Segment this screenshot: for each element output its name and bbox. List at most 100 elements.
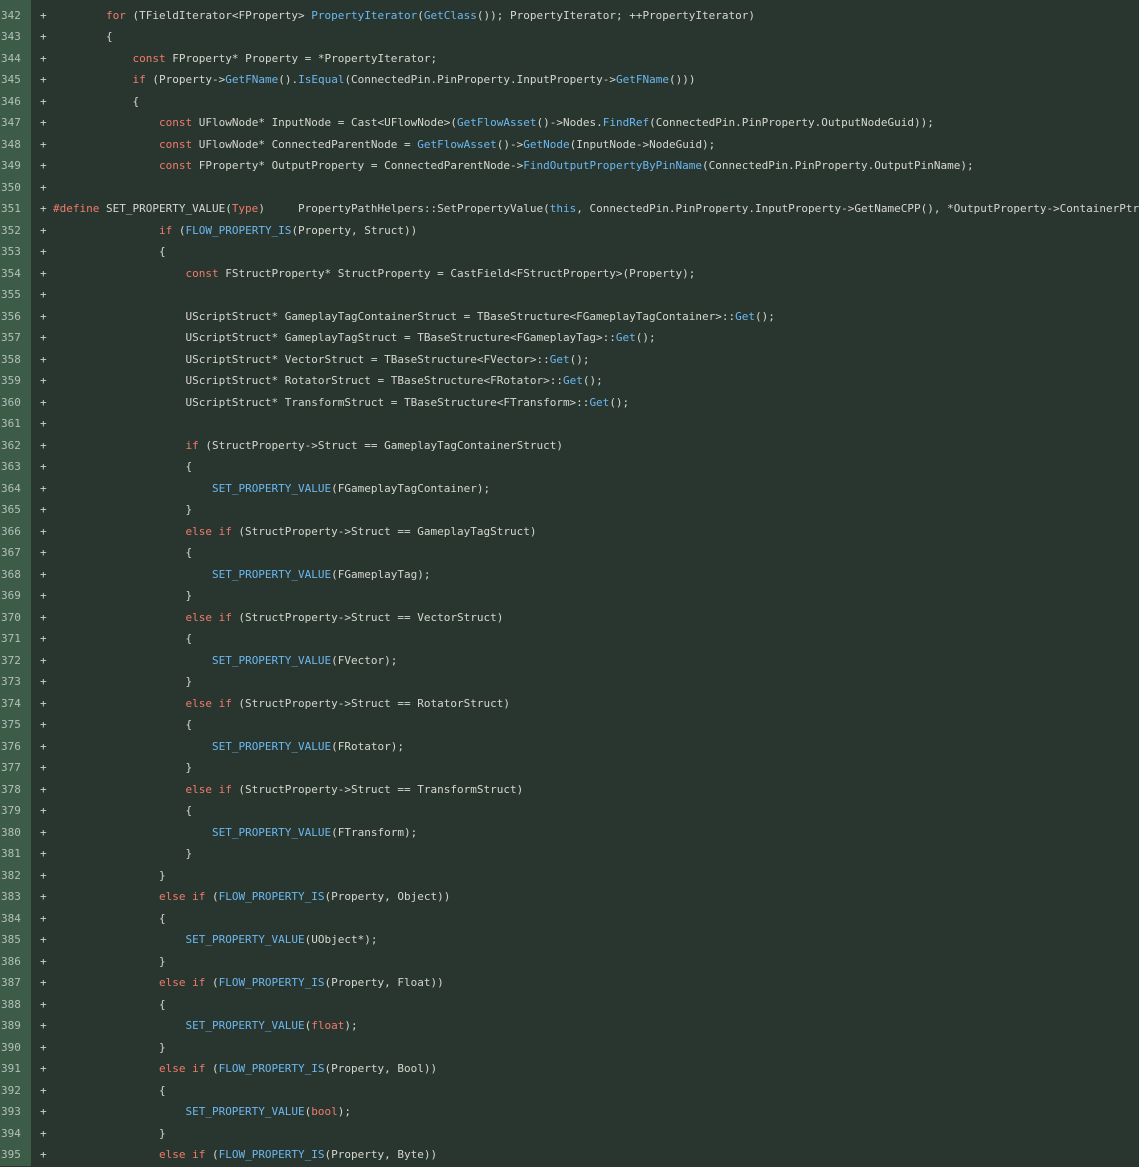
line-number[interactable]: 384	[0, 907, 31, 929]
line-number[interactable]: 366	[0, 520, 31, 542]
code-line[interactable]: 386 + }	[0, 950, 1139, 972]
line-number[interactable]: 354	[0, 262, 31, 284]
line-number[interactable]: 383	[0, 886, 31, 908]
code-line[interactable]: 342 + for (TFieldIterator<FProperty> Prop…	[0, 4, 1139, 26]
code-line[interactable]: 379 + {	[0, 800, 1139, 822]
code-line[interactable]: 380 + SET_PROPERTY_VALUE(FTransform);	[0, 821, 1139, 843]
line-number[interactable]: 370	[0, 606, 31, 628]
line-number[interactable]: 357	[0, 327, 31, 349]
code-line[interactable]: 358 + UScriptStruct* VectorStruct = TBase…	[0, 348, 1139, 370]
code-line[interactable]: 351 + #define SET_PROPERTY_VALUE(Type) Pro…	[0, 198, 1139, 220]
line-number[interactable]: 343	[0, 26, 31, 48]
code-line[interactable]: 373 + }	[0, 671, 1139, 693]
diff-code-view[interactable]: 341+ {342+ for (TFieldIterator<FProperty…	[0, 0, 1139, 1167]
code-line[interactable]: 388 + {	[0, 993, 1139, 1015]
line-number[interactable]: 379	[0, 800, 31, 822]
code-line[interactable]: 378 + else if (StructProperty->Struct == …	[0, 778, 1139, 800]
line-number[interactable]: 371	[0, 628, 31, 650]
code-line[interactable]: 392 + {	[0, 1079, 1139, 1101]
line-number[interactable]: 373	[0, 671, 31, 693]
code-line[interactable]: 364 + SET_PROPERTY_VALUE(FGameplayTagCont…	[0, 477, 1139, 499]
line-number[interactable]: 356	[0, 305, 31, 327]
line-number[interactable]: 394	[0, 1122, 31, 1144]
code-line[interactable]: 352 + if (FLOW_PROPERTY_IS(Property, Stru…	[0, 219, 1139, 241]
code-line[interactable]: 385 + SET_PROPERTY_VALUE(UObject*);	[0, 929, 1139, 951]
line-number[interactable]: 374	[0, 692, 31, 714]
code-line[interactable]: 372 + SET_PROPERTY_VALUE(FVector);	[0, 649, 1139, 671]
code-line[interactable]: 383 + else if (FLOW_PROPERTY_IS(Property,…	[0, 886, 1139, 908]
code-line[interactable]: 368 + SET_PROPERTY_VALUE(FGameplayTag);	[0, 563, 1139, 585]
code-line[interactable]: 370 + else if (StructProperty->Struct == …	[0, 606, 1139, 628]
line-number[interactable]: 359	[0, 370, 31, 392]
line-number[interactable]: 385	[0, 929, 31, 951]
code-line[interactable]: 393 + SET_PROPERTY_VALUE(bool);	[0, 1101, 1139, 1123]
line-number[interactable]: 390	[0, 1036, 31, 1058]
code-line[interactable]: 395 + else if (FLOW_PROPERTY_IS(Property,…	[0, 1144, 1139, 1166]
code-line[interactable]: 350 +	[0, 176, 1139, 198]
line-number[interactable]: 345	[0, 69, 31, 91]
line-number[interactable]: 344	[0, 47, 31, 69]
code-line[interactable]: 349 + const FProperty* OutputProperty = C…	[0, 155, 1139, 177]
line-number[interactable]: 349	[0, 155, 31, 177]
line-number[interactable]: 378	[0, 778, 31, 800]
code-line[interactable]: 353 + {	[0, 241, 1139, 263]
line-number[interactable]: 389	[0, 1015, 31, 1037]
line-number[interactable]: 347	[0, 112, 31, 134]
line-number[interactable]: 360	[0, 391, 31, 413]
code-line[interactable]: 394 + }	[0, 1122, 1139, 1144]
code-line[interactable]: 371 + {	[0, 628, 1139, 650]
line-number[interactable]: 368	[0, 563, 31, 585]
line-number[interactable]: 350	[0, 176, 31, 198]
line-number[interactable]: 353	[0, 241, 31, 263]
code-line[interactable]: 363 + {	[0, 456, 1139, 478]
code-line[interactable]: 377 + }	[0, 757, 1139, 779]
code-line[interactable]: 390 + }	[0, 1036, 1139, 1058]
code-line[interactable]: 354 + const FStructProperty* StructProper…	[0, 262, 1139, 284]
line-number[interactable]: 355	[0, 284, 31, 306]
code-line[interactable]: 362 + if (StructProperty->Struct == Gamep…	[0, 434, 1139, 456]
code-line[interactable]: 366 + else if (StructProperty->Struct == …	[0, 520, 1139, 542]
line-number[interactable]: 358	[0, 348, 31, 370]
code-line[interactable]: 367 + {	[0, 542, 1139, 564]
code-line[interactable]: 344 + const FProperty* Property = *Proper…	[0, 47, 1139, 69]
code-line[interactable]: 381 + }	[0, 843, 1139, 865]
line-number[interactable]: 386	[0, 950, 31, 972]
code-line[interactable]: 361 +	[0, 413, 1139, 435]
line-number[interactable]: 346	[0, 90, 31, 112]
line-number[interactable]: 382	[0, 864, 31, 886]
line-number[interactable]: 369	[0, 585, 31, 607]
line-number[interactable]: 367	[0, 542, 31, 564]
code-line[interactable]: 382 + }	[0, 864, 1139, 886]
line-number[interactable]: 393	[0, 1101, 31, 1123]
code-line[interactable]: 387 + else if (FLOW_PROPERTY_IS(Property,…	[0, 972, 1139, 994]
code-line[interactable]: 345 + if (Property->GetFName().IsEqual(Co…	[0, 69, 1139, 91]
line-number[interactable]: 351	[0, 198, 31, 220]
line-number[interactable]: 342	[0, 4, 31, 26]
line-number[interactable]: 361	[0, 413, 31, 435]
line-number[interactable]: 395	[0, 1144, 31, 1166]
line-number[interactable]: 388	[0, 993, 31, 1015]
line-number[interactable]: 376	[0, 735, 31, 757]
line-number[interactable]: 387	[0, 972, 31, 994]
line-number[interactable]: 375	[0, 714, 31, 736]
line-number[interactable]: 364	[0, 477, 31, 499]
line-number[interactable]: 380	[0, 821, 31, 843]
line-number[interactable]: 392	[0, 1079, 31, 1101]
code-line[interactable]: 348 + const UFlowNode* ConnectedParentNod…	[0, 133, 1139, 155]
code-line[interactable]: 376 + SET_PROPERTY_VALUE(FRotator);	[0, 735, 1139, 757]
code-line[interactable]: 369 + }	[0, 585, 1139, 607]
code-line[interactable]: 346 + {	[0, 90, 1139, 112]
code-line[interactable]: 391 + else if (FLOW_PROPERTY_IS(Property,…	[0, 1058, 1139, 1080]
line-number[interactable]: 372	[0, 649, 31, 671]
code-line[interactable]: 375 + {	[0, 714, 1139, 736]
code-line[interactable]: 360 + UScriptStruct* TransformStruct = TB…	[0, 391, 1139, 413]
code-line[interactable]: 355 +	[0, 284, 1139, 306]
code-line[interactable]: 356 + UScriptStruct* GameplayTagContainer…	[0, 305, 1139, 327]
line-number[interactable]: 377	[0, 757, 31, 779]
line-number[interactable]: 352	[0, 219, 31, 241]
line-number[interactable]: 348	[0, 133, 31, 155]
line-number[interactable]: 391	[0, 1058, 31, 1080]
line-number[interactable]: 363	[0, 456, 31, 478]
code-line[interactable]: 357 + UScriptStruct* GameplayTagStruct = …	[0, 327, 1139, 349]
code-line[interactable]: 374 + else if (StructProperty->Struct == …	[0, 692, 1139, 714]
